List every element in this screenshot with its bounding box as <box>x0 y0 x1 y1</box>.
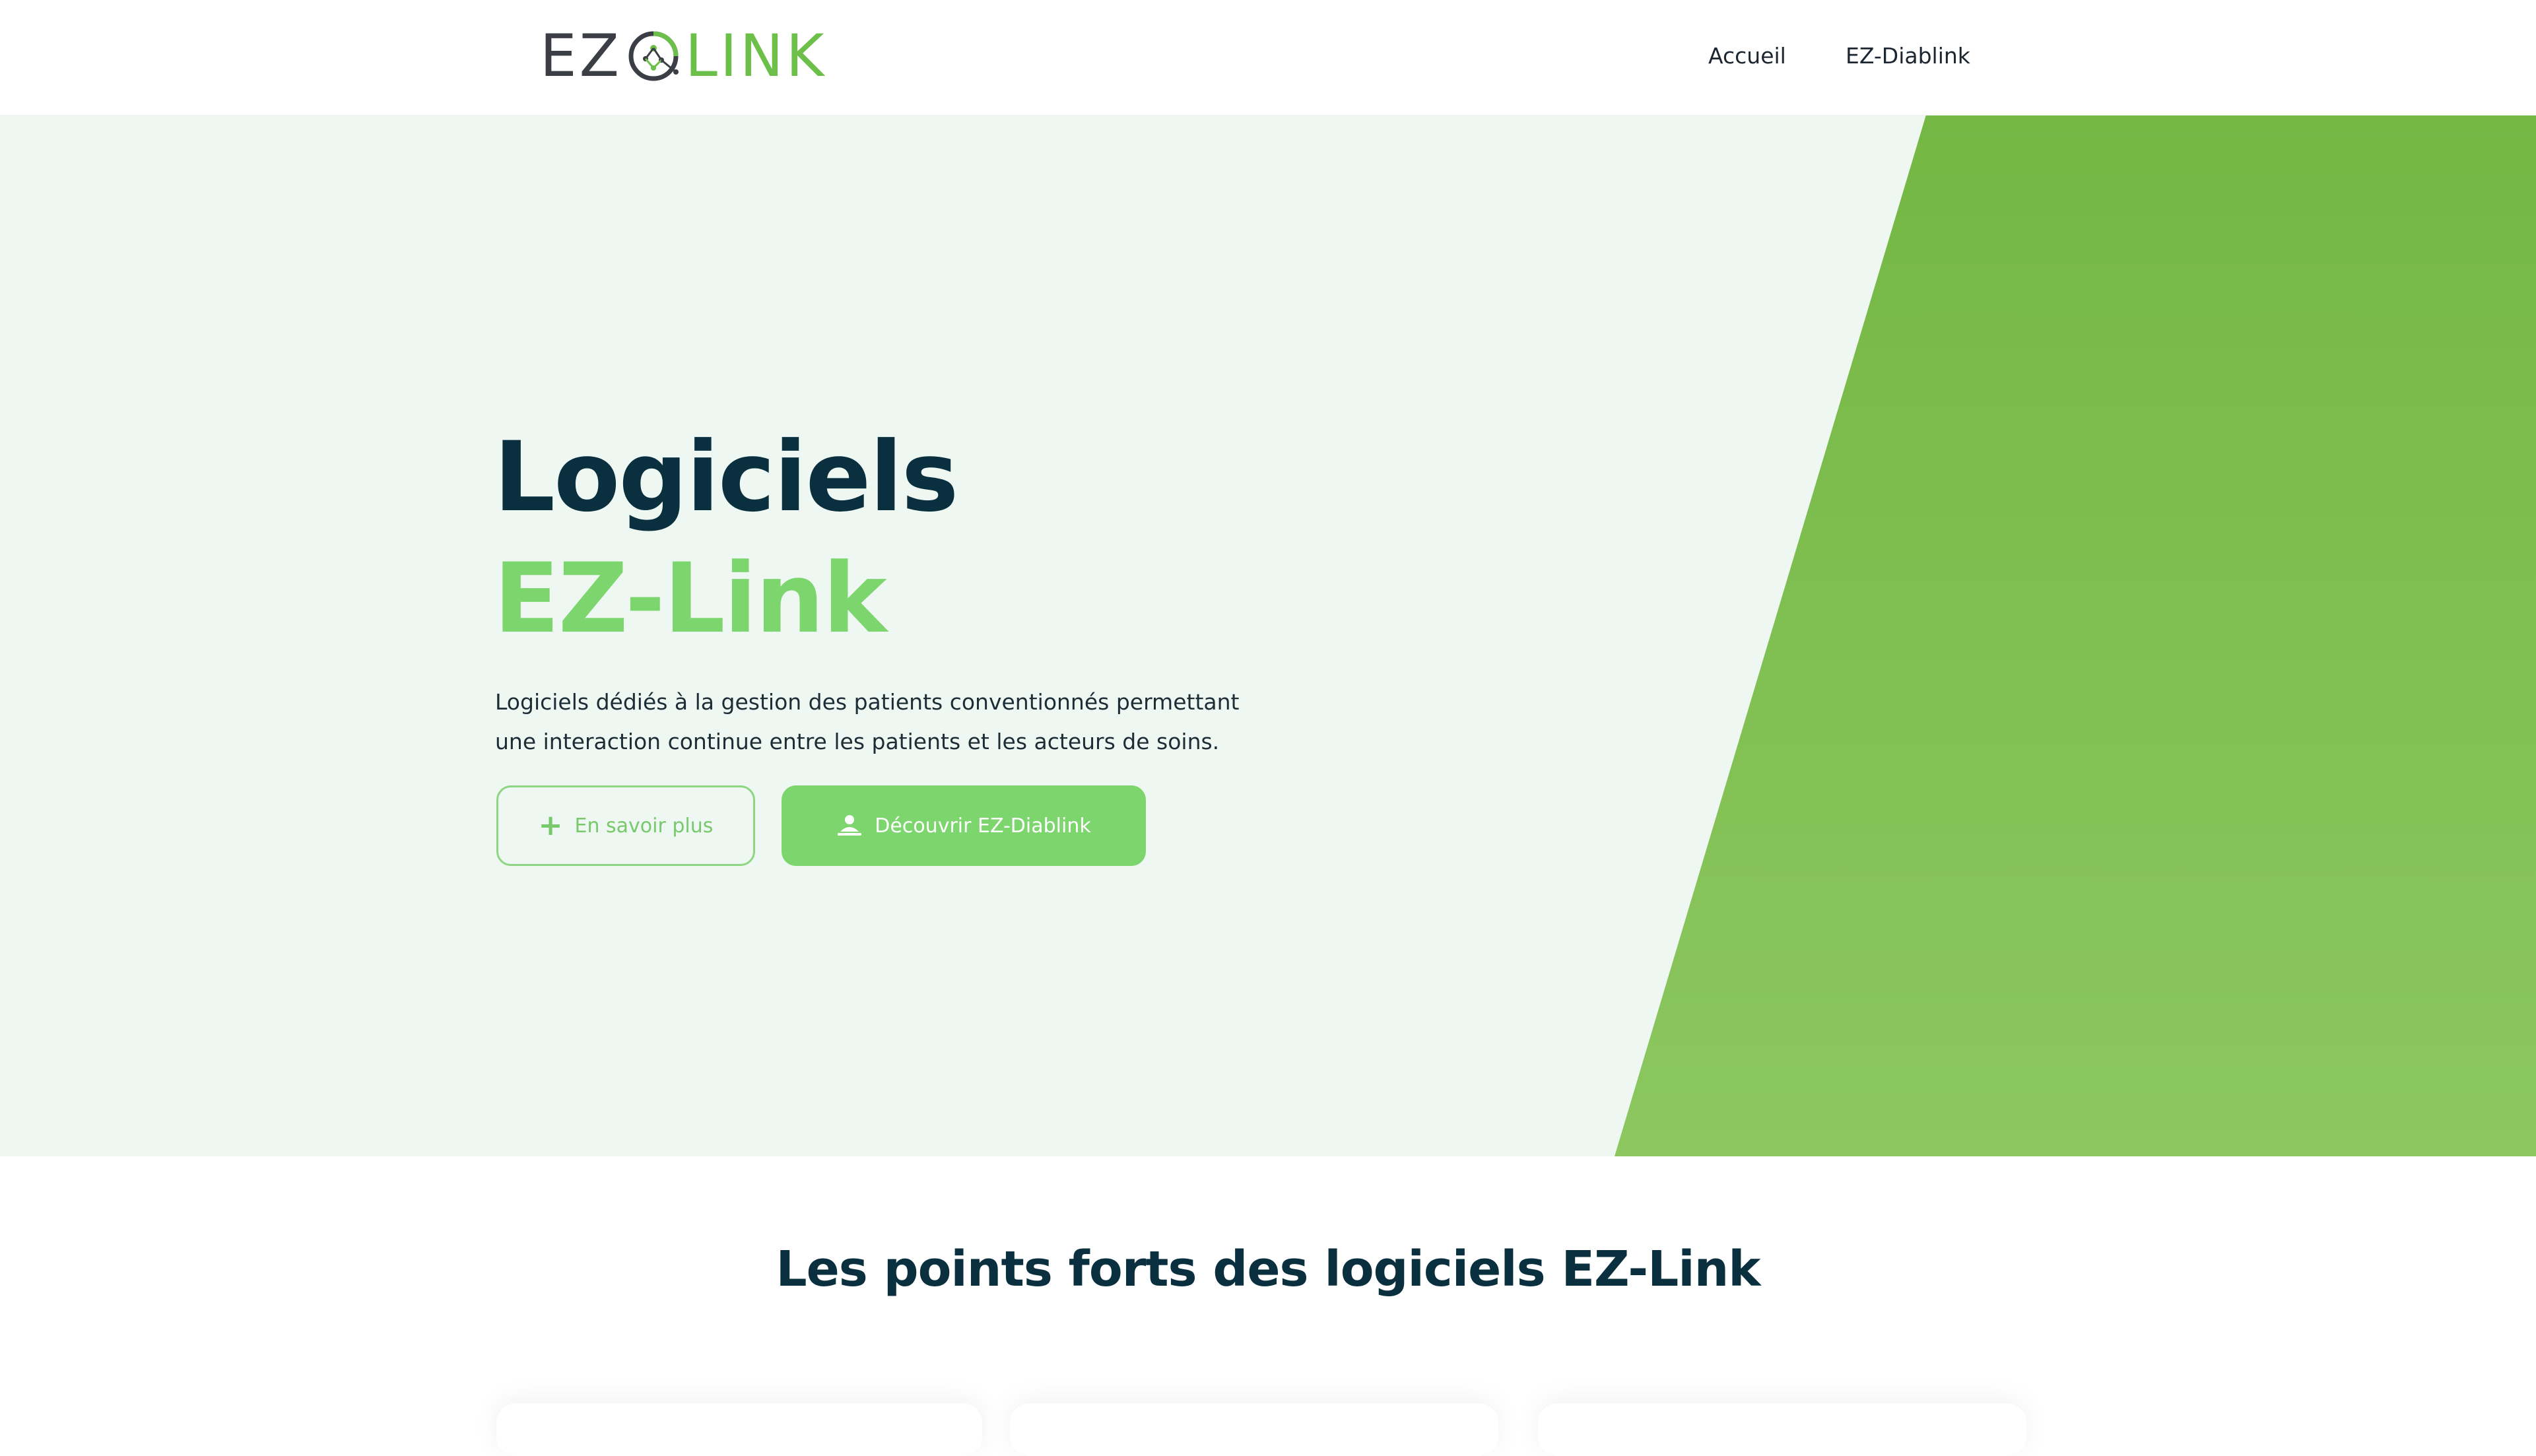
feature-card <box>496 1403 982 1456</box>
hero-section: Logiciels EZ-Link Logiciels dédiés à la … <box>0 115 2536 1156</box>
hero-description: Logiciels dédiés à la gestion des patien… <box>495 689 1240 754</box>
patient-icon <box>836 814 863 837</box>
hero-title-line2: EZ-Link <box>494 543 887 655</box>
learn-more-label: En savoir plus <box>574 814 714 838</box>
discover-diablink-button[interactable]: Découvrir EZ-Diablink <box>782 785 1146 866</box>
hero-title-line1: Logiciels <box>494 421 958 533</box>
features-title: Les points forts des logiciels EZ-Link <box>776 1241 1760 1298</box>
nav-link-accueil[interactable]: Accueil <box>1708 40 1786 73</box>
feature-card <box>1010 1403 1498 1456</box>
discover-label: Découvrir EZ-Diablink <box>875 814 1091 838</box>
learn-more-button[interactable]: + En savoir plus <box>496 785 755 866</box>
plus-icon: + <box>538 809 563 842</box>
site-header: EZ LINK Accueil EZ-Diablink <box>0 0 2536 116</box>
hero-green-panel <box>1615 115 2536 1156</box>
logo-network-icon <box>628 31 679 81</box>
logo-text-link: LINK <box>684 22 827 90</box>
feature-card <box>1538 1403 2026 1456</box>
logo-text-ez: EZ <box>540 22 622 90</box>
nav-link-ez-diablink[interactable]: EZ-Diablink <box>1846 40 1970 73</box>
ez-link-logo[interactable]: EZ LINK <box>540 26 826 86</box>
